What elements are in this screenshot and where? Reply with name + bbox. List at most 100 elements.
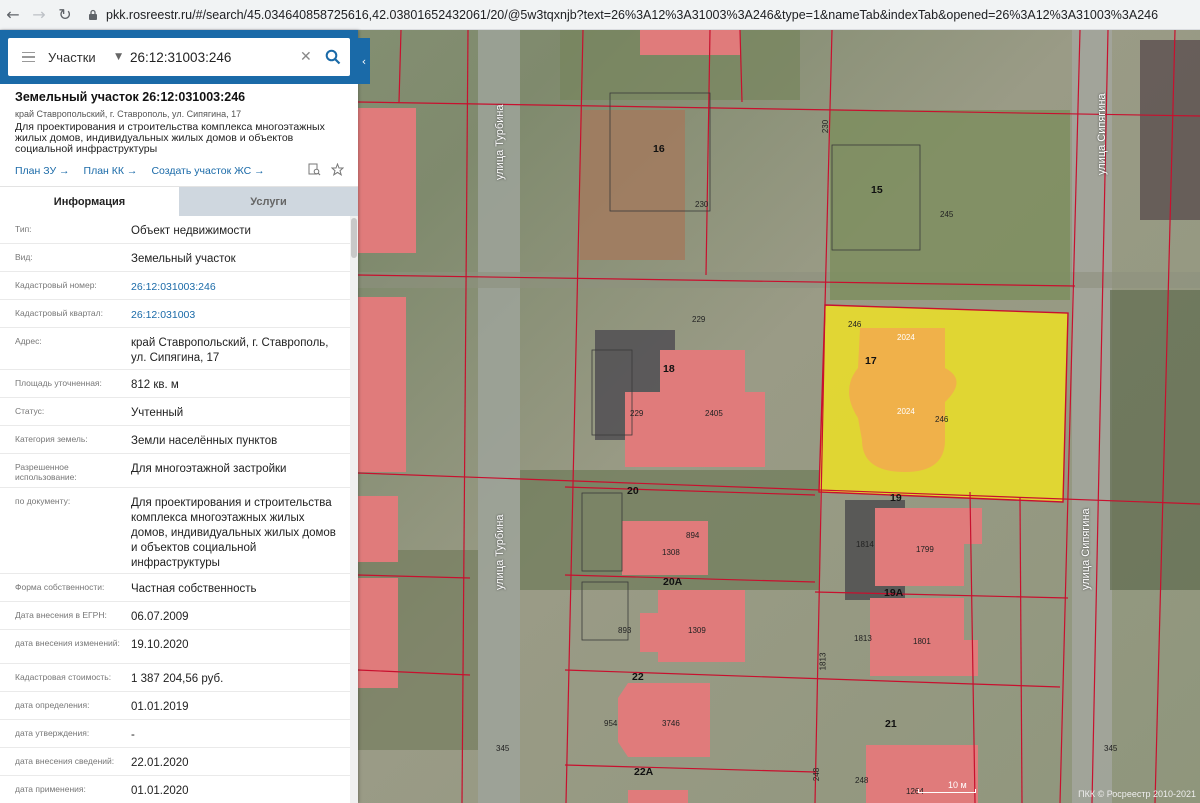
panel-scrollbar[interactable]	[350, 216, 358, 803]
lot-label: 18	[663, 363, 675, 375]
attribute-label: Адрес:	[15, 336, 42, 346]
attribute-row: дата применения: 01.01.2020	[0, 776, 350, 803]
parcel-number: 248	[855, 776, 869, 785]
scrollbar-thumb[interactable]	[351, 218, 357, 258]
attribute-row: по документу: Для проектирования и строит…	[0, 488, 350, 574]
street-label-sipyagina-2: улица Сипягина	[1080, 508, 1092, 590]
collapse-panel-button[interactable]: ‹	[358, 38, 370, 84]
parcel-number: 1813	[854, 634, 872, 643]
clear-icon[interactable]: ✕	[300, 49, 312, 65]
attribute-row: Кадастровая стоимость: 1 387 204,56 руб.	[0, 664, 350, 692]
parcel-number: 248	[812, 767, 822, 782]
attribute-value-link[interactable]: 26:12:031003	[131, 308, 195, 323]
parcel-number: 1801	[913, 637, 931, 646]
parcel-number: 246	[848, 320, 862, 329]
info-panel: Участки ▼ ✕ Земельный участок 26:12:0310…	[0, 30, 358, 803]
tab-services[interactable]: Услуги	[179, 187, 358, 216]
attribute-value-link[interactable]: 26:12:031003:246	[131, 280, 216, 295]
attribute-value: 01.01.2019	[131, 701, 189, 713]
parcel-number: 2405	[705, 409, 723, 418]
lot-label: 20	[627, 485, 639, 497]
reload-icon[interactable]: ↻	[52, 0, 78, 30]
lot-label: 19А	[884, 587, 904, 599]
attribute-label: Тип:	[15, 224, 32, 234]
parcel-number: 230	[695, 200, 709, 209]
attribute-label: Вид:	[15, 252, 33, 262]
parcel-number: 345	[1104, 744, 1118, 753]
attribute-value: 01.01.2020	[131, 785, 189, 797]
lot-label: 17	[865, 355, 877, 367]
attribute-value: Земельный участок	[131, 253, 236, 265]
document-search-icon[interactable]	[308, 163, 321, 179]
attribute-label: Категория земель:	[15, 434, 88, 444]
attribute-label: Форма собственности:	[15, 582, 105, 592]
attribute-label: дата внесения сведений:	[15, 756, 115, 766]
plan-zu-link[interactable]: План ЗУ →	[15, 165, 70, 177]
lock-icon	[86, 8, 100, 22]
search-type-select[interactable]: Участки ▼	[48, 50, 130, 65]
object-links: План ЗУ → План КК → Создать участок ЖС →	[15, 162, 345, 179]
parcel-number: 246	[935, 415, 949, 424]
search-input[interactable]	[130, 49, 290, 65]
attribute-value: 22.01.2020	[131, 757, 189, 769]
back-icon[interactable]: ←	[0, 0, 26, 30]
map-scale: 10 м	[918, 779, 976, 793]
attribute-label: Кадастровая стоимость:	[15, 672, 112, 682]
object-tools	[308, 162, 345, 179]
attribute-value: Для многоэтажной застройки	[131, 463, 287, 475]
search-type-label: Участки	[48, 49, 96, 65]
parcel-number: 1814	[856, 540, 874, 549]
attribute-label: дата утверждения:	[15, 728, 90, 738]
parcel-number: 1309	[688, 626, 706, 635]
lot-label: 15	[871, 184, 883, 196]
attribute-value: 1 387 204,56 руб.	[131, 673, 224, 685]
attribute-value: 06.07.2009	[131, 611, 189, 623]
attribute-label: Разрешенное использование:	[15, 462, 77, 482]
tab-info[interactable]: Информация	[0, 187, 179, 216]
parcel-number: 230	[821, 119, 831, 134]
address-bar[interactable]: pkk.rosreestr.ru/#/search/45.03464085872…	[86, 4, 1200, 26]
parcel-number: 954	[604, 719, 618, 728]
attribute-label: Дата внесения в ЕГРН:	[15, 610, 107, 620]
search-bar: Участки ▼ ✕	[0, 30, 358, 84]
attribute-value: Для проектирования и строительства компл…	[131, 497, 336, 569]
attribute-value: 19.10.2020	[131, 639, 189, 651]
create-parcel-link[interactable]: Создать участок ЖС →	[151, 165, 264, 177]
lot-label: 21	[885, 718, 897, 730]
attribute-label: дата определения:	[15, 700, 90, 710]
attribute-value: Частная собственность	[131, 583, 257, 595]
street-label-sipyagina: улица Сипягина	[1096, 93, 1108, 175]
object-description: Для проектирования и строительства компл…	[15, 121, 325, 155]
attribute-label: Кадастровый квартал:	[15, 308, 103, 318]
attribute-label: дата внесения изменений:	[15, 638, 120, 648]
parcel-number: 1308	[662, 548, 680, 557]
parcel-number: 3746	[662, 719, 680, 728]
parcel-number: 1813	[818, 652, 828, 671]
street-label-turbina-2: улица Турбина	[494, 514, 506, 590]
street-label-turbina: улица Турбина	[494, 104, 506, 180]
attribute-row: Площадь уточненная: 812 кв. м	[0, 370, 350, 398]
map-copyright: ПКК © Росреестр 2010-2021	[1078, 789, 1196, 799]
attribute-value: Объект недвижимости	[131, 225, 251, 237]
forward-icon[interactable]: →	[26, 0, 52, 30]
attribute-row: Вид: Земельный участок	[0, 244, 350, 272]
attribute-row: Форма собственности: Частная собственност…	[0, 574, 350, 602]
plan-kk-link[interactable]: План КК →	[84, 165, 138, 177]
lot-label: 16	[653, 143, 665, 155]
attribute-row: дата утверждения: -	[0, 720, 350, 748]
attribute-value: Земли населённых пунктов	[131, 435, 278, 447]
star-icon[interactable]	[330, 162, 345, 179]
attribute-label: Площадь уточненная:	[15, 378, 102, 388]
menu-icon[interactable]	[8, 51, 48, 63]
panel-tabs: Информация Услуги	[0, 186, 358, 216]
url-text: pkk.rosreestr.ru/#/search/45.03464085872…	[106, 7, 1159, 22]
parcel-number: 245	[940, 210, 954, 219]
attributes-table: Тип: Объект недвижимости Вид: Земельный уча…	[0, 216, 350, 803]
parcel-number: 894	[686, 531, 700, 540]
attribute-row: дата внесения сведений: 22.01.2020	[0, 748, 350, 776]
attribute-label: дата применения:	[15, 784, 86, 794]
attribute-row: Кадастровый квартал: 26:12:031003	[0, 300, 350, 328]
search-icon[interactable]	[318, 49, 348, 65]
lot-label: 22А	[634, 766, 654, 778]
attribute-row: дата определения: 01.01.2019	[0, 692, 350, 720]
